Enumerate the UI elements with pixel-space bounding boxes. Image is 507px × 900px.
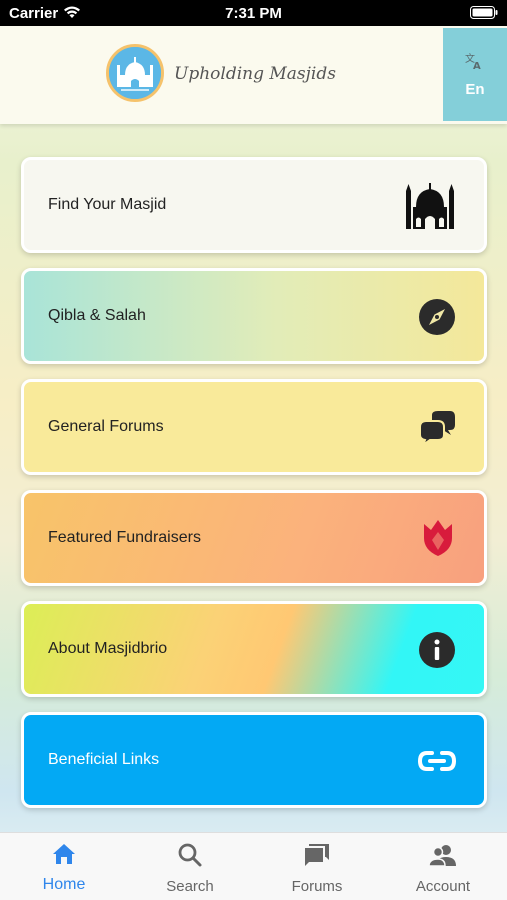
- compass-icon: [418, 298, 456, 341]
- card-label: General Forums: [48, 418, 164, 435]
- search-icon: [177, 842, 203, 873]
- status-time: 7:31 PM: [225, 5, 282, 22]
- forum-icon: [303, 842, 331, 873]
- tulip-icon: [420, 518, 456, 563]
- qibla-salah-card[interactable]: Qibla & Salah: [21, 268, 487, 364]
- find-your-masjid-card[interactable]: Find Your Masjid: [21, 157, 487, 253]
- about-masjidbrio-card[interactable]: About Masjidbrio: [21, 601, 487, 697]
- tab-account[interactable]: Account: [380, 833, 506, 900]
- card-label: Featured Fundraisers: [48, 529, 201, 546]
- tab-home[interactable]: Home: [1, 833, 127, 900]
- app-header: Upholding Masjids 文 A En: [0, 26, 507, 124]
- brand-title: Upholding Masjids: [174, 64, 336, 84]
- home-icon: [51, 842, 77, 871]
- language-button[interactable]: 文 A En: [443, 28, 507, 121]
- link-icon: [417, 749, 457, 778]
- featured-fundraisers-card[interactable]: Featured Fundraisers: [21, 490, 487, 586]
- general-forums-card[interactable]: General Forums: [21, 379, 487, 475]
- card-label: Qibla & Salah: [48, 307, 146, 324]
- card-label: Find Your Masjid: [48, 196, 167, 213]
- battery-icon: [470, 6, 498, 23]
- status-bar: Carrier 7:31 PM: [0, 0, 507, 26]
- tab-label: Home: [42, 876, 86, 893]
- bottom-navigation: Home Search Forums Account: [0, 832, 507, 900]
- mosque-icon: [404, 181, 456, 236]
- card-label: Beneficial Links: [48, 751, 160, 768]
- language-label: En: [465, 81, 485, 98]
- tab-search[interactable]: Search: [127, 833, 253, 900]
- account-icon: [428, 842, 458, 873]
- chat-bubbles-icon: [418, 409, 456, 452]
- translate-icon: 文 A: [465, 52, 485, 75]
- card-label: About Masjidbrio: [48, 640, 168, 657]
- tab-label: Account: [415, 878, 471, 895]
- tab-forums[interactable]: Forums: [254, 833, 380, 900]
- info-icon: [418, 631, 456, 674]
- mosque-logo-icon: [106, 44, 164, 102]
- svg-text:A: A: [473, 61, 481, 70]
- tab-label: Forums: [291, 878, 343, 895]
- beneficial-links-card[interactable]: Beneficial Links: [21, 712, 487, 808]
- tab-label: Search: [166, 878, 214, 895]
